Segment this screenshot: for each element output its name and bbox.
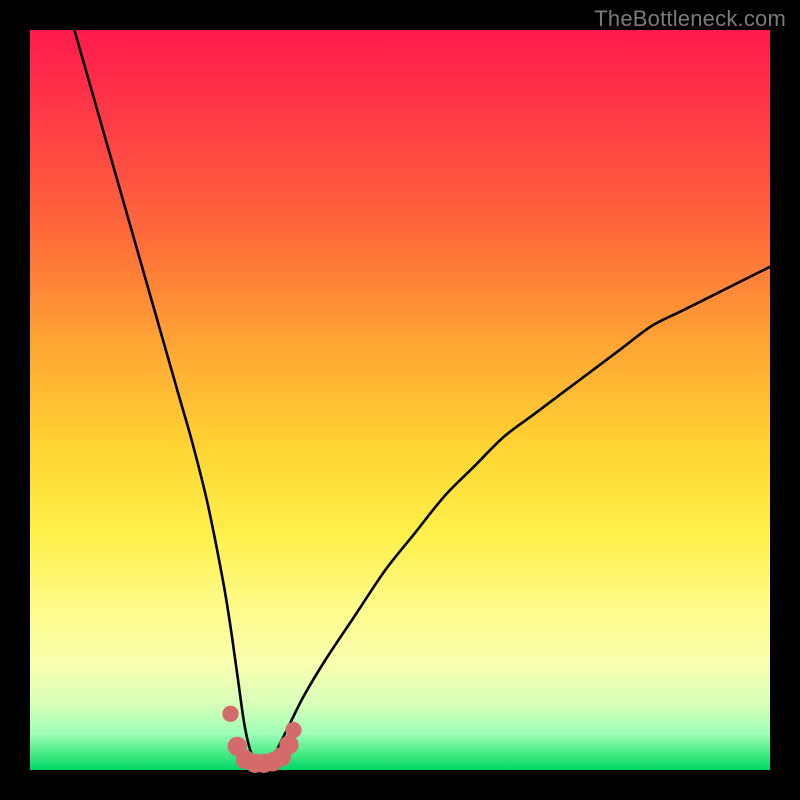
marker-dot: [285, 722, 301, 738]
watermark-text: TheBottleneck.com: [594, 6, 786, 32]
marker-dot: [279, 735, 298, 754]
marker-dot: [222, 706, 238, 722]
chart-svg: [30, 30, 770, 770]
chart-frame: TheBottleneck.com: [0, 0, 800, 800]
curve-layer: [74, 30, 770, 764]
min-region-markers: [222, 706, 301, 773]
bottleneck-curve-path: [74, 30, 770, 764]
